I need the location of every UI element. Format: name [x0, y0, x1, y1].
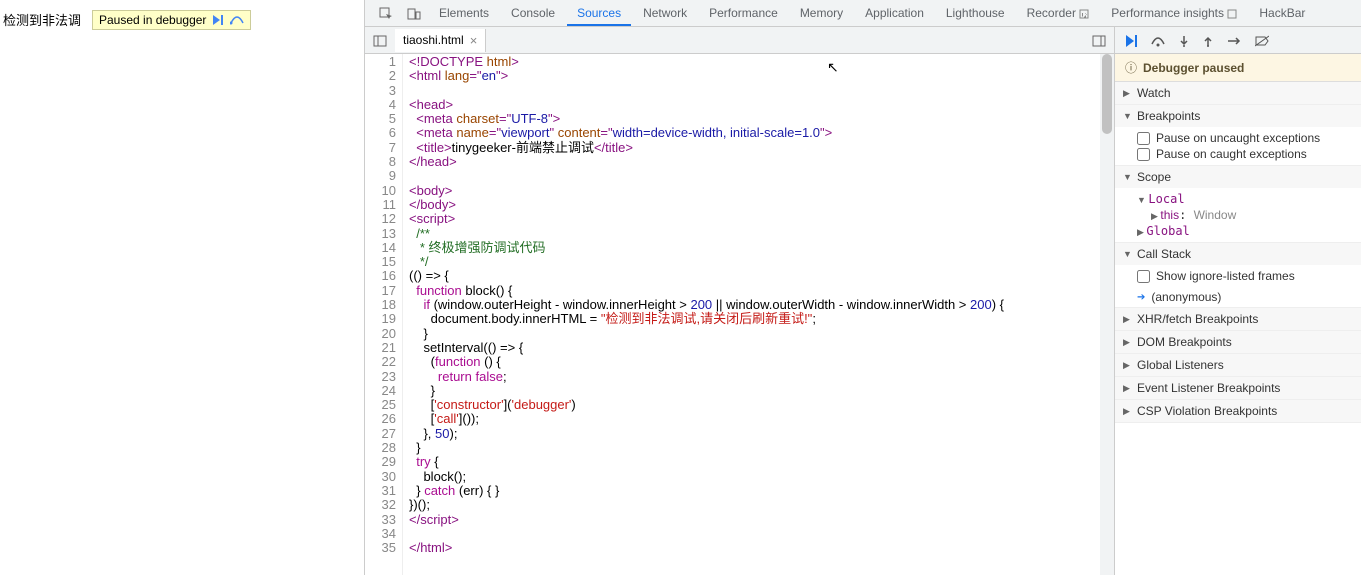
- tab-network[interactable]: Network: [633, 0, 697, 26]
- resume-button[interactable]: [1125, 33, 1137, 48]
- section-scope[interactable]: ▼Scope: [1115, 166, 1361, 188]
- ignore-listed-label: Show ignore-listed frames: [1156, 269, 1295, 283]
- devtools-tab-bar: Elements Console Sources Network Perform…: [365, 0, 1361, 27]
- file-tab-tiaoshi[interactable]: tiaoshi.html ×: [395, 29, 486, 52]
- tab-application[interactable]: Application: [855, 0, 934, 26]
- tab-elements[interactable]: Elements: [429, 0, 499, 26]
- scope-this-label[interactable]: this: [1160, 208, 1179, 222]
- paused-label: Paused in debugger: [99, 13, 206, 27]
- tab-performance-insights[interactable]: Performance insights: [1101, 0, 1247, 26]
- overlay-resume-button[interactable]: [212, 14, 224, 26]
- overlay-step-button[interactable]: [230, 14, 244, 26]
- debugger-sidebar: ⓘ Debugger paused ▶Watch ▼Breakpoints Pa…: [1115, 27, 1361, 575]
- tab-hackbar[interactable]: HackBar: [1249, 0, 1315, 26]
- section-xhr[interactable]: ▶XHR/fetch Breakpoints: [1115, 308, 1361, 330]
- current-frame-icon: ➔: [1137, 292, 1145, 303]
- file-tab-name: tiaoshi.html: [403, 33, 464, 47]
- navigator-toggle-icon[interactable]: [365, 32, 395, 48]
- ignore-listed-checkbox[interactable]: [1137, 270, 1150, 283]
- tab-console[interactable]: Console: [501, 0, 565, 26]
- section-csp[interactable]: ▶CSP Violation Breakpoints: [1115, 400, 1361, 422]
- step-out-button[interactable]: [1203, 33, 1213, 47]
- tab-sources[interactable]: Sources: [567, 0, 631, 26]
- scroll-thumb[interactable]: [1102, 54, 1112, 134]
- pause-uncaught-checkbox[interactable]: [1137, 132, 1150, 145]
- tab-lighthouse[interactable]: Lighthouse: [936, 0, 1015, 26]
- devtools-panel: Elements Console Sources Network Perform…: [364, 0, 1361, 575]
- code-editor[interactable]: 1234567891011121314151617181920212223242…: [365, 54, 1114, 575]
- paused-overlay: Paused in debugger: [92, 10, 251, 30]
- section-breakpoints[interactable]: ▼Breakpoints: [1115, 105, 1361, 127]
- section-watch[interactable]: ▶Watch: [1115, 82, 1361, 104]
- close-file-icon[interactable]: ×: [470, 33, 478, 48]
- section-global-listeners[interactable]: ▶Global Listeners: [1115, 354, 1361, 376]
- step-button[interactable]: [1227, 33, 1241, 47]
- file-tab-bar: tiaoshi.html ×: [365, 27, 1114, 54]
- page-body-text: 检测到非法调: [3, 10, 81, 29]
- code-content[interactable]: <!DOCTYPE html><html lang="en"> <head> <…: [403, 54, 1100, 575]
- inspect-icon[interactable]: [373, 5, 399, 21]
- device-toggle-icon[interactable]: [401, 5, 427, 21]
- debugger-paused-message: ⓘ Debugger paused: [1115, 54, 1361, 82]
- scope-local-label[interactable]: Local: [1148, 192, 1184, 206]
- tab-memory[interactable]: Memory: [790, 0, 853, 26]
- pause-caught-label: Pause on caught exceptions: [1156, 147, 1307, 161]
- callstack-frame-anon[interactable]: ➔(anonymous): [1115, 287, 1361, 307]
- editor-column: tiaoshi.html × 1234567891011121314151617…: [365, 27, 1115, 575]
- pause-caught-checkbox[interactable]: [1137, 148, 1150, 161]
- section-event-listeners[interactable]: ▶Event Listener Breakpoints: [1115, 377, 1361, 399]
- scope-this-value: Window: [1194, 208, 1237, 222]
- tab-performance[interactable]: Performance: [699, 0, 788, 26]
- mouse-cursor-icon: ↖: [827, 60, 839, 74]
- rendered-page: 检测到非法调 Paused in debugger: [0, 0, 364, 575]
- pause-uncaught-label: Pause on uncaught exceptions: [1156, 131, 1320, 145]
- section-dom[interactable]: ▶DOM Breakpoints: [1115, 331, 1361, 353]
- info-icon: ⓘ: [1125, 59, 1137, 76]
- step-into-button[interactable]: [1179, 33, 1189, 47]
- debugger-toolbar: [1115, 27, 1361, 54]
- more-tabs-icon[interactable]: [1084, 32, 1114, 48]
- scope-global-label[interactable]: Global: [1146, 224, 1189, 238]
- editor-scrollbar[interactable]: [1100, 54, 1114, 575]
- deactivate-breakpoints-button[interactable]: [1255, 33, 1269, 47]
- step-over-button[interactable]: [1151, 33, 1165, 47]
- section-callstack[interactable]: ▼Call Stack: [1115, 243, 1361, 265]
- tab-recorder[interactable]: Recorder: [1017, 0, 1100, 26]
- line-gutter: 1234567891011121314151617181920212223242…: [365, 54, 403, 575]
